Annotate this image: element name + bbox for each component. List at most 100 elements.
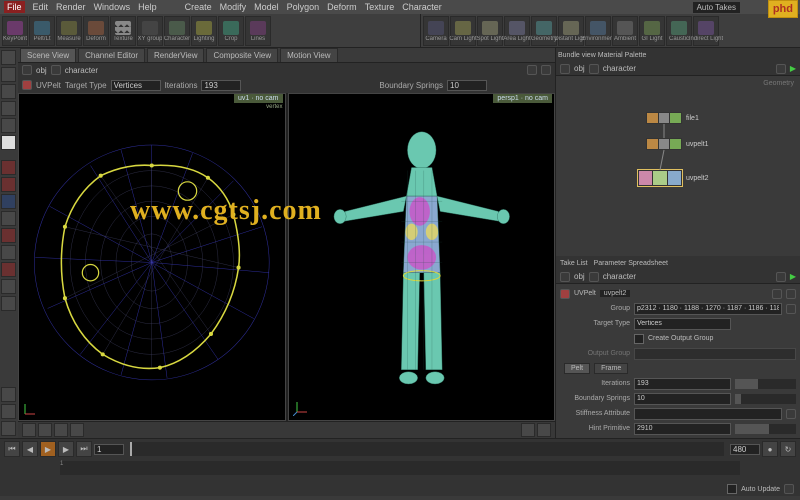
nav-back-icon[interactable]	[22, 65, 32, 75]
pin-icon[interactable]	[776, 64, 786, 74]
menu-modify[interactable]: Modify	[220, 2, 247, 12]
tool-opt1[interactable]	[1, 387, 16, 402]
tab-paramspreadsheet[interactable]: Parameter Spreadsheet	[594, 260, 668, 267]
pelt-iter-slider[interactable]	[735, 379, 796, 389]
tool-snap6[interactable]	[1, 245, 16, 260]
auto-takes-toggle[interactable]: Auto Takes	[693, 2, 740, 13]
shelf-measure[interactable]: Measure	[56, 16, 82, 46]
pelt-stiff-field[interactable]	[634, 408, 782, 420]
tab-channel[interactable]: Channel Editor	[78, 48, 145, 62]
tool-scale[interactable]	[1, 118, 16, 133]
tab-sceneview[interactable]: Scene View	[20, 48, 76, 62]
node-file1[interactable]: file1	[646, 112, 699, 124]
menu-windows[interactable]: Windows	[94, 2, 131, 12]
tool-snap4[interactable]	[1, 211, 16, 226]
vp-opt1[interactable]	[22, 423, 36, 437]
vp-opt4[interactable]	[70, 423, 84, 437]
path-char[interactable]: character	[65, 66, 98, 75]
prop-path-obj[interactable]: obj	[574, 272, 585, 281]
gear-icon[interactable]	[786, 289, 796, 299]
menu-deform[interactable]: Deform	[327, 2, 357, 12]
menu-model[interactable]: Model	[254, 2, 279, 12]
createout-checkbox[interactable]	[634, 334, 644, 344]
target-type-field[interactable]	[111, 80, 161, 91]
menu-help[interactable]: Help	[138, 2, 157, 12]
tl-frame[interactable]	[94, 444, 124, 455]
tool-snap2[interactable]	[1, 177, 16, 192]
tool-rotate[interactable]	[1, 101, 16, 116]
tl-scrub[interactable]	[130, 442, 724, 456]
tl-prev[interactable]: ◀	[22, 441, 38, 457]
pelt-iter-field[interactable]	[634, 378, 731, 390]
nav-back-icon[interactable]	[560, 272, 570, 282]
tl-end[interactable]	[730, 444, 760, 455]
shelf-ambient[interactable]: Ambient	[612, 16, 638, 46]
menu-render[interactable]: Render	[56, 2, 86, 12]
nav-back-icon[interactable]	[560, 64, 570, 74]
tool-move[interactable]	[1, 84, 16, 99]
tab-motion[interactable]: Motion View	[280, 48, 337, 62]
pelt-bound-slider[interactable]	[735, 394, 796, 404]
tool-opt2[interactable]	[1, 404, 16, 419]
shelf-arealight[interactable]: Area Light	[504, 16, 530, 46]
play-icon[interactable]: ▶	[790, 64, 796, 73]
path-obj[interactable]: obj	[36, 66, 47, 75]
tool-snap9[interactable]	[1, 296, 16, 311]
tl-next[interactable]: ▶	[58, 441, 74, 457]
tl-last[interactable]: ⏭	[76, 441, 92, 457]
status-icon[interactable]	[784, 484, 794, 494]
tool-arrow[interactable]	[1, 135, 16, 150]
help-icon[interactable]	[772, 289, 782, 299]
shelf-geometry[interactable]: Geometry	[531, 16, 557, 46]
rpath-char[interactable]: character	[603, 64, 636, 73]
shelf-texture[interactable]: Texture	[110, 16, 136, 46]
shelf-xygroup[interactable]: XY group	[137, 16, 163, 46]
boundary-field[interactable]	[447, 80, 487, 91]
tool-select[interactable]	[1, 50, 16, 65]
gear-icon[interactable]	[541, 65, 551, 75]
shelf-camlight[interactable]: Cam Light	[450, 16, 476, 46]
pelt-hint-field[interactable]	[634, 423, 731, 435]
tool-snap7[interactable]	[1, 262, 16, 277]
menu-texture[interactable]: Texture	[365, 2, 395, 12]
menu-edit[interactable]: Edit	[33, 2, 49, 12]
network-view[interactable]: Geometry file1 uvpelt1 uvpelt2	[556, 76, 800, 256]
shelf-lighting[interactable]: Lighting	[191, 16, 217, 46]
group-field[interactable]	[634, 303, 782, 315]
vp-opt2[interactable]	[38, 423, 52, 437]
shelf-pelt[interactable]: Pelt/Lt	[29, 16, 55, 46]
node-uvpelt1[interactable]: uvpelt1	[646, 138, 709, 150]
play-icon[interactable]: ▶	[790, 272, 796, 281]
tl-key[interactable]: ●	[762, 441, 778, 457]
stiff-picker-icon[interactable]	[786, 409, 796, 419]
prop-name[interactable]: uvpelt2	[600, 290, 631, 297]
tool-opt3[interactable]	[1, 421, 16, 436]
vp-opt3[interactable]	[54, 423, 68, 437]
prop-path-char[interactable]: character	[603, 272, 636, 281]
pin-icon[interactable]	[527, 65, 537, 75]
targettype-field[interactable]	[634, 318, 731, 330]
tool-snap5[interactable]	[1, 228, 16, 243]
rpath-obj[interactable]: obj	[574, 64, 585, 73]
tab-render[interactable]: RenderView	[147, 48, 204, 62]
menu-polygon[interactable]: Polygon	[287, 2, 320, 12]
shelf-env[interactable]: Environment	[585, 16, 611, 46]
shelf-gi[interactable]: GI Light	[639, 16, 665, 46]
shelf-keypoint[interactable]: KeyPoint	[2, 16, 28, 46]
shelf-caustic[interactable]: Caustic	[666, 16, 692, 46]
shelf-distantlight[interactable]: Distant Light	[558, 16, 584, 46]
autoupdate-checkbox[interactable]	[727, 484, 737, 494]
tab-takelist[interactable]: Take List	[560, 260, 588, 267]
menu-file[interactable]: File	[4, 1, 25, 13]
tab-composite[interactable]: Composite View	[206, 48, 278, 62]
subtab-pelt[interactable]: Pelt	[564, 363, 590, 374]
node-flag-icon[interactable]	[22, 80, 32, 90]
tool-snap8[interactable]	[1, 279, 16, 294]
tool-snap3[interactable]	[1, 194, 16, 209]
tool-lasso[interactable]	[1, 67, 16, 82]
node-uvpelt2[interactable]: uvpelt2	[638, 170, 709, 186]
tl-play[interactable]: ▶	[40, 441, 56, 457]
tl-loop[interactable]: ↻	[780, 441, 796, 457]
group-picker-icon[interactable]	[786, 304, 796, 314]
viewport-uv[interactable]: uv1 · no cam vertex	[18, 93, 286, 422]
